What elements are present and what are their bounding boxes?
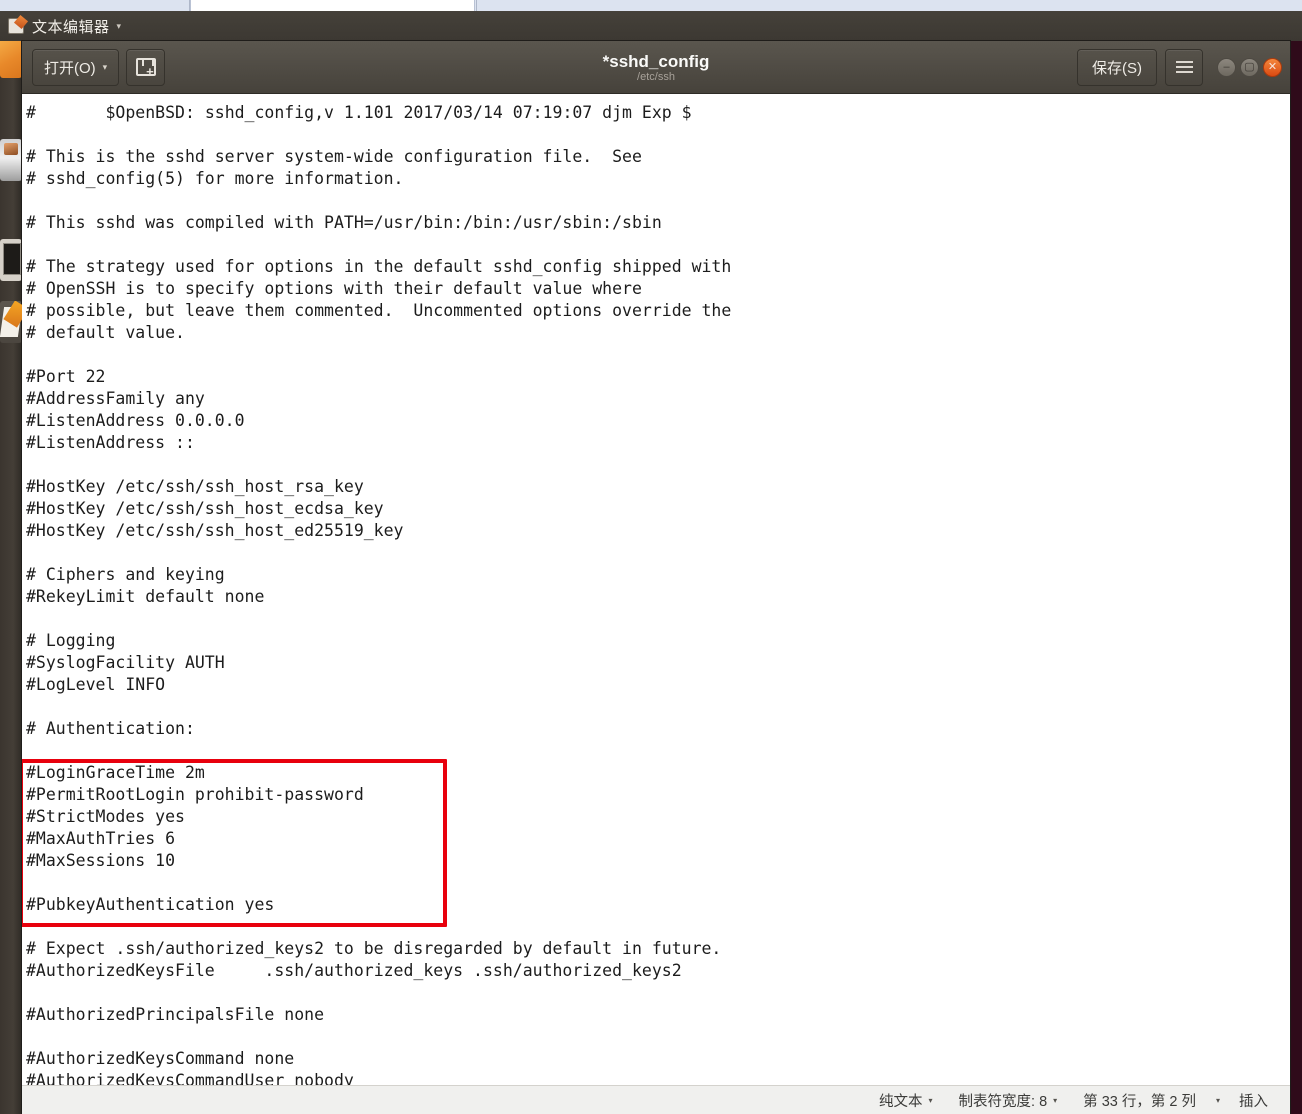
maximize-button[interactable]: ▢ — [1240, 57, 1259, 77]
top-panel: 文本编辑器 ▾ — [0, 11, 1302, 41]
open-button-label: 打开(O) — [44, 59, 96, 77]
close-button[interactable]: ✕ — [1263, 57, 1282, 77]
minimize-button[interactable]: – — [1217, 57, 1236, 77]
app-menu-title[interactable]: 文本编辑器 — [32, 16, 110, 37]
gedit-window: 打开(O) ▾ *sshd_config /etc/ssh 保存(S) — [22, 41, 1290, 1114]
chevron-down-icon[interactable]: ▾ — [117, 21, 122, 32]
page-title: *sshd_config — [602, 51, 710, 71]
window-controls: – ▢ ✕ — [1217, 57, 1282, 77]
chevron-down-icon: ▾ — [1053, 1095, 1058, 1105]
chevron-down-icon: ▾ — [1215, 1095, 1220, 1105]
save-as-button[interactable] — [126, 48, 166, 86]
minimize-icon: – — [1223, 60, 1230, 73]
insert-mode-label: 插入 — [1239, 1093, 1268, 1110]
open-button[interactable]: 打开(O) ▾ — [32, 48, 120, 86]
close-icon: ✕ — [1267, 60, 1278, 73]
page-subtitle: /etc/ssh — [637, 70, 675, 83]
tab-width-selector[interactable]: 制表符宽度: 8 ▾ — [946, 1090, 1071, 1111]
terminal-icon[interactable] — [0, 239, 22, 281]
text-editor-area[interactable]: # $OpenBSD: sshd_config,v 1.101 2017/03/… — [22, 94, 1290, 1085]
browser-active-tab[interactable] — [190, 0, 475, 11]
text-editor-icon[interactable] — [0, 301, 22, 343]
document-text[interactable]: # $OpenBSD: sshd_config,v 1.101 2017/03/… — [24, 94, 731, 1085]
language-label: 纯文本 — [879, 1093, 923, 1110]
unity-launcher[interactable] — [0, 11, 22, 1114]
chevron-down-icon: ▾ — [928, 1095, 933, 1105]
chevron-down-icon: ▾ — [102, 61, 108, 72]
save-as-icon — [135, 58, 156, 78]
language-selector[interactable]: 纯文本 ▾ — [866, 1090, 946, 1111]
browser-tabstrip — [0, 0, 1302, 11]
files-icon[interactable] — [0, 36, 22, 78]
software-center-icon[interactable] — [0, 139, 22, 181]
screen: 文本编辑器 ▾ 打开(O) ▾ *sshd_config /etc/ssh 保存 — [0, 0, 1302, 1114]
insert-mode-indicator[interactable]: 插入 — [1233, 1090, 1274, 1111]
save-button-label: 保存(S) — [1092, 59, 1142, 77]
hamburger-menu-button[interactable] — [1165, 48, 1203, 86]
maximize-icon: ▢ — [1244, 60, 1255, 73]
text-editor-icon — [8, 18, 24, 34]
headerbar: 打开(O) ▾ *sshd_config /etc/ssh 保存(S) — [22, 41, 1290, 94]
headerbar-right-group: 保存(S) – ▢ ✕ — [1077, 48, 1290, 86]
cursor-position-label: 第 33 行，第 2 列 — [1083, 1093, 1196, 1110]
headerbar-left-group: 打开(O) ▾ — [22, 48, 166, 86]
save-button[interactable]: 保存(S) — [1077, 48, 1157, 86]
hamburger-menu-icon — [1175, 61, 1193, 73]
statusbar: 纯文本 ▾ 制表符宽度: 8 ▾ 第 33 行，第 2 列 ▾ 插入 — [22, 1085, 1290, 1114]
cursor-position[interactable]: 第 33 行，第 2 列 ▾ — [1070, 1090, 1233, 1111]
tab-width-label: 制表符宽度: 8 — [958, 1093, 1048, 1110]
tab-seam-right — [476, 0, 477, 11]
